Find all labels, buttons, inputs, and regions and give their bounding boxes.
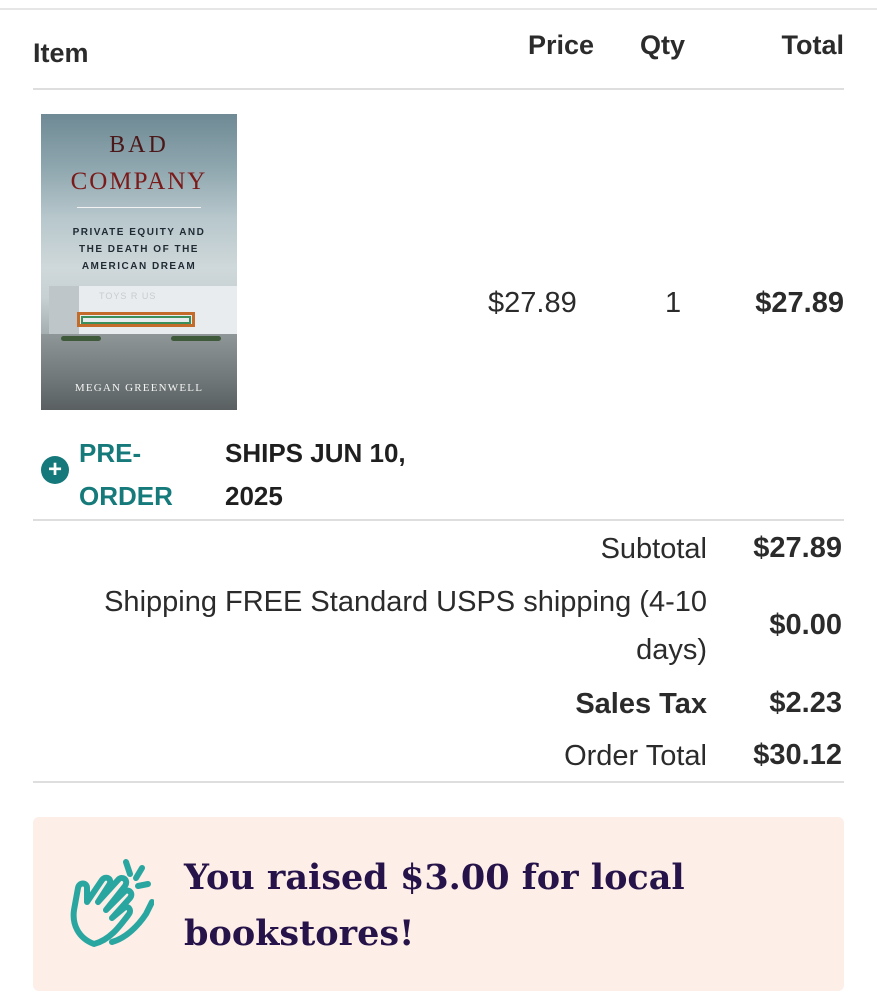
cover-store-sign: TOYS R US	[99, 291, 157, 301]
header-price: Price	[528, 30, 595, 60]
plus-circle-icon: +	[41, 456, 69, 484]
top-divider	[0, 8, 877, 10]
summary-divider	[33, 781, 844, 783]
sales-tax-label: Sales Tax	[575, 688, 707, 720]
order-total-label: Order Total	[564, 740, 707, 772]
cover-parking-lot	[41, 334, 237, 410]
sales-tax-value: $2.23	[769, 687, 842, 719]
item-qty: 1	[665, 287, 682, 319]
header-total: Total	[781, 30, 845, 60]
shipping-label: Shipping FREE Standard USPS shipping (4-…	[104, 586, 707, 666]
cover-title-line2: COMPANY	[70, 168, 208, 195]
preorder-label: PRE-ORDER	[79, 438, 173, 511]
cover-shrub	[171, 336, 221, 341]
header-divider	[33, 88, 844, 90]
book-cover-image[interactable]: BAD COMPANY PRIVATE EQUITY AND THE DEATH…	[41, 114, 237, 410]
cover-subtitle: PRIVATE EQUITY AND THE DEATH OF THE AMER…	[72, 227, 206, 272]
cover-stripe-green	[81, 316, 191, 324]
header-item: Item	[33, 38, 89, 68]
header-qty: Qty	[640, 30, 686, 60]
item-price: $27.89	[488, 287, 577, 319]
cover-title-line1: BAD	[109, 132, 169, 158]
donation-message: You raised $3.00 for local bookstores!	[184, 857, 685, 954]
cover-rule	[77, 207, 201, 208]
subtotal-value: $27.89	[753, 532, 842, 564]
shipping-value: $0.00	[769, 609, 842, 641]
item-divider	[33, 519, 844, 521]
cover-author: MEGAN GREENWELL	[74, 382, 204, 394]
order-total-value: $30.12	[753, 739, 842, 771]
cover-building-shade	[49, 286, 79, 334]
subtotal-label: Subtotal	[600, 533, 707, 565]
clapping-hands-icon	[70, 859, 154, 947]
ship-date: SHIPS JUN 10, 2025	[225, 438, 406, 511]
item-total: $27.89	[755, 287, 844, 319]
cover-shrub	[61, 336, 101, 341]
